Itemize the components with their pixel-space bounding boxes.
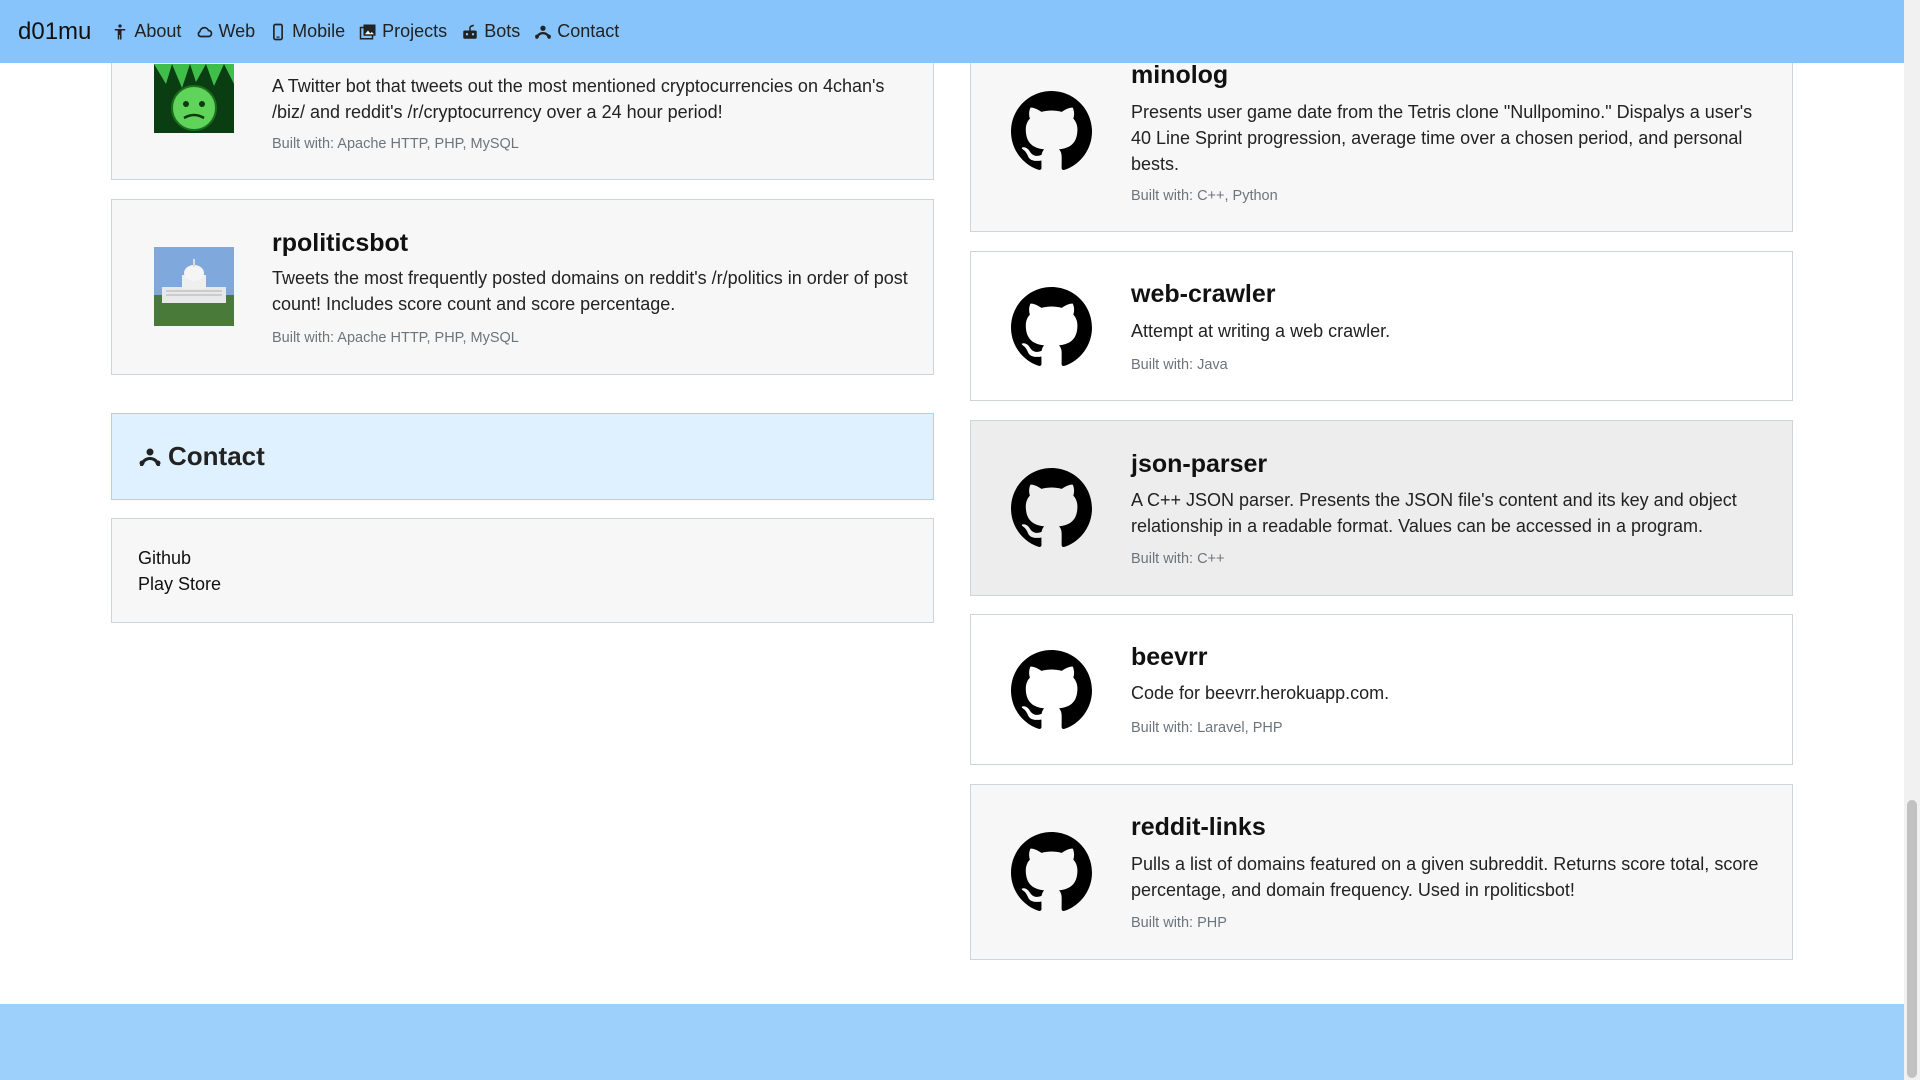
project-description: Code for beevrr.herokuapp.com. xyxy=(1131,683,1390,703)
play-store-link[interactable]: Play Store xyxy=(138,571,221,597)
brand-link[interactable]: d01mu xyxy=(18,18,91,46)
contact-icon xyxy=(139,448,161,466)
person-icon xyxy=(115,23,126,39)
project-name: json-parser xyxy=(1131,450,1268,478)
nav-item-bots[interactable]: Bots xyxy=(461,21,520,42)
project-card-web-crawler[interactable]: web-crawler Attempt at writing a web cra… xyxy=(970,251,1793,401)
project-built-with: Built with: C++ xyxy=(1131,551,1225,567)
nav-label: Web xyxy=(218,21,256,41)
contact-icon xyxy=(535,25,552,39)
project-card-beevrr[interactable]: beevrr Code for beevrr.herokuapp.com. Bu… xyxy=(970,614,1793,765)
nav-label: Contact xyxy=(557,21,620,41)
project-built-with: Built with: C++, Python xyxy=(1131,188,1278,204)
nav-label: Mobile xyxy=(292,21,346,41)
github-icon xyxy=(1011,287,1092,367)
images-icon xyxy=(359,24,376,39)
project-card-json-parser[interactable]: json-parser A C++ JSON parser. Presents … xyxy=(970,420,1793,596)
contact-card xyxy=(111,518,934,623)
bot-card-rpoliticsbot[interactable]: rpoliticsbot Tweets the most frequently … xyxy=(111,199,934,375)
project-description: Presents user game date from the Tetris … xyxy=(1131,102,1753,174)
nav-label: Bots xyxy=(484,21,521,41)
nav-item-contact[interactable]: Contact xyxy=(534,21,619,42)
project-name: minolog xyxy=(1131,61,1229,89)
project-built-with: Built with: PHP xyxy=(1131,915,1227,931)
nav-item-projects[interactable]: Projects xyxy=(359,21,447,42)
bot-built-with: Built with: Apache HTTP, PHP, MySQL xyxy=(272,330,519,346)
robot-icon xyxy=(463,24,477,39)
project-description: A C++ JSON parser. Presents the JSON fil… xyxy=(1131,490,1737,536)
contact-links: Github Play Store xyxy=(138,545,221,597)
scrollbar-thumb[interactable] xyxy=(1907,800,1917,1078)
project-description: Attempt at writing a web crawler. xyxy=(1131,321,1391,341)
bot-name: rpoliticsbot xyxy=(272,229,409,257)
nav-item-mobile[interactable]: Mobile xyxy=(269,21,345,42)
section-title: Contact xyxy=(168,441,265,471)
bot-built-with: Built with: Apache HTTP, PHP, MySQL xyxy=(272,136,519,152)
nav-label: About xyxy=(134,21,182,41)
project-name: web-crawler xyxy=(1131,280,1276,308)
project-card-reddit-links[interactable]: reddit-links Pulls a list of domains fea… xyxy=(970,784,1793,960)
project-description: Pulls a list of domains featured on a gi… xyxy=(1131,854,1759,900)
project-name: reddit-links xyxy=(1131,813,1266,841)
nav-label: Projects xyxy=(382,21,448,41)
github-icon xyxy=(1011,468,1092,548)
github-link[interactable]: Github xyxy=(138,545,221,571)
project-name: beevrr xyxy=(1131,643,1208,671)
github-icon xyxy=(1011,832,1092,912)
footer xyxy=(0,1004,1904,1080)
capitol-thumbnail xyxy=(154,247,234,326)
navbar: d01mu About Web Mobile Projects Bots Con… xyxy=(0,0,1904,63)
cloud-icon xyxy=(198,26,213,37)
bot-description: Tweets the most frequently posted domain… xyxy=(272,268,908,314)
project-built-with: Built with: Java xyxy=(1131,357,1228,373)
contact-section-header: Contact xyxy=(111,413,934,500)
github-icon xyxy=(1011,91,1092,171)
nav-item-about[interactable]: About xyxy=(111,21,181,42)
github-icon xyxy=(1011,650,1092,730)
bot-description: A Twitter bot that tweets out the most m… xyxy=(272,76,885,122)
phone-icon xyxy=(273,23,284,40)
nav-item-web[interactable]: Web xyxy=(195,21,255,42)
crypto-bot-thumbnail xyxy=(154,64,234,133)
project-built-with: Built with: Laravel, PHP xyxy=(1131,720,1283,736)
